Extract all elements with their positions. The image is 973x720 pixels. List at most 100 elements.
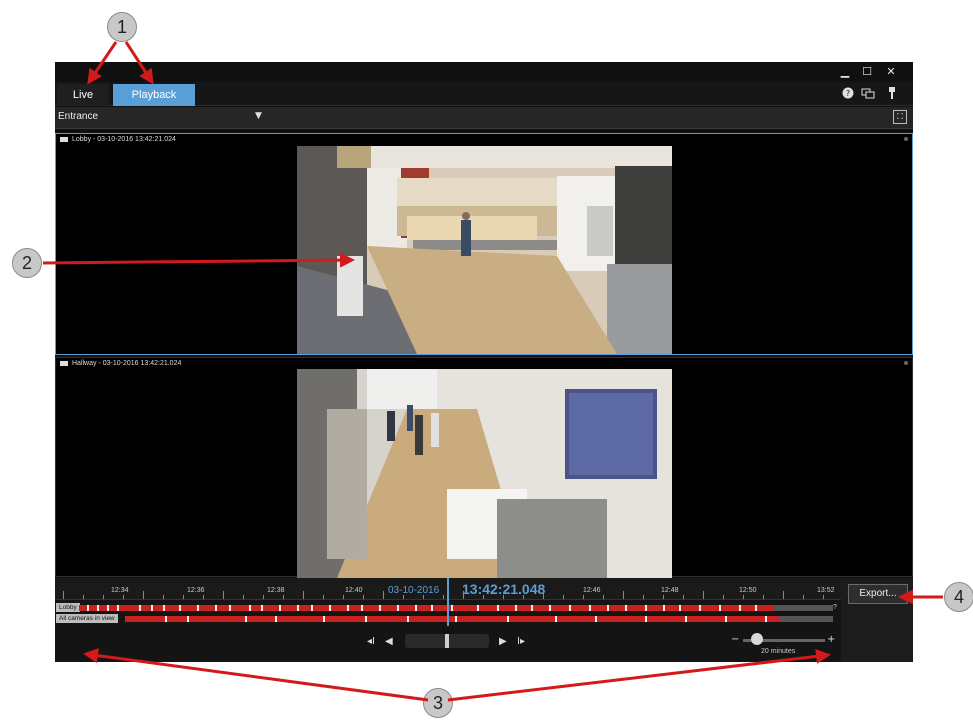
ruler-tick	[123, 595, 124, 599]
recording-gap	[151, 605, 153, 611]
ruler-tick	[623, 591, 624, 599]
export-button[interactable]: Export...	[848, 584, 908, 604]
ruler-tick	[263, 595, 264, 599]
chevron-down-icon[interactable]: ▼	[255, 111, 262, 121]
recording-gap	[245, 616, 247, 622]
tick-label: 12:46	[583, 587, 601, 594]
help-icon[interactable]: ?	[841, 87, 855, 101]
play-forward-button[interactable]: ▶	[499, 636, 507, 647]
recording-gap	[719, 605, 721, 611]
recording-gap	[107, 605, 109, 611]
track-help-mark[interactable]: ?	[833, 604, 837, 611]
recording-gap	[679, 605, 681, 611]
recording-gap	[275, 616, 277, 622]
ruler-tick	[743, 595, 744, 599]
tick-label: 12:38	[267, 587, 285, 594]
playback-timeline[interactable]: 12:34 12:36 12:38 12:40 12:46 12:48 12:5…	[55, 578, 844, 662]
recording-gap	[139, 605, 141, 611]
tick-label: 12:34	[111, 587, 129, 594]
recording-gap	[725, 616, 727, 622]
recording-gap	[645, 605, 647, 611]
recording-gap	[497, 605, 499, 611]
ruler-tick	[203, 595, 204, 599]
ruler-tick	[283, 595, 284, 599]
smart-client-window: ▁ ☐ ✕ Live Playback ? Entrance ▼ ⛶ Lobby…	[55, 62, 913, 662]
recording-gap	[739, 605, 741, 611]
recording-gap	[323, 616, 325, 622]
svg-text:?: ?	[846, 89, 850, 98]
pin-icon[interactable]	[885, 87, 899, 101]
tab-live[interactable]: Live	[57, 84, 109, 106]
zoom-in-button[interactable]: +	[827, 634, 835, 645]
recording-gap	[549, 605, 551, 611]
ruler-tick	[603, 595, 604, 599]
playhead[interactable]	[447, 578, 449, 626]
tab-playback[interactable]: Playback	[113, 84, 195, 106]
recording-gap	[755, 605, 757, 611]
recording-gap	[261, 605, 263, 611]
close-button[interactable]: ✕	[881, 64, 901, 79]
camera-video-hallway[interactable]	[297, 369, 672, 578]
minimize-button[interactable]: ▁	[835, 64, 855, 79]
camera-icon	[60, 136, 68, 142]
view-bar: Entrance ▼ ⛶	[55, 107, 913, 129]
ruler-tick	[63, 591, 64, 599]
ruler-tick	[783, 591, 784, 599]
tick-label: 12:48	[661, 587, 679, 594]
fullscreen-icon[interactable]: ⛶	[893, 110, 907, 124]
recording-gap	[477, 605, 479, 611]
camera-title-text: Lobby - 03-10-2016 13:42:21.024	[72, 136, 176, 143]
ruler-tick	[163, 595, 164, 599]
ruler-tick	[183, 595, 184, 599]
ruler-tick	[543, 591, 544, 599]
timespan-slider-thumb[interactable]	[751, 633, 763, 645]
recording-gap	[515, 605, 517, 611]
recording-gap	[187, 616, 189, 622]
ruler-tick	[423, 595, 424, 599]
recording-gap	[347, 605, 349, 611]
recording-gap	[311, 605, 313, 611]
recording-gap	[197, 605, 199, 611]
recording-gap	[663, 605, 665, 611]
callout-1: 1	[107, 12, 137, 42]
next-sequence-button[interactable]: I▸	[517, 636, 525, 647]
recording-gap	[165, 616, 167, 622]
ruler-tick	[303, 591, 304, 599]
ruler-tick	[723, 595, 724, 599]
recording-track-all[interactable]	[125, 616, 779, 622]
maximize-button[interactable]: ☐	[857, 64, 877, 79]
recording-gap	[97, 605, 99, 611]
recording-gap	[595, 616, 597, 622]
previous-sequence-button[interactable]: ◂I	[367, 636, 375, 647]
status-dot-icon	[904, 137, 908, 141]
ruler-tick	[143, 591, 144, 599]
playback-speed-slider[interactable]	[405, 634, 489, 648]
callout-2: 2	[12, 248, 42, 278]
recording-track-lobby[interactable]	[79, 605, 773, 611]
recording-gap	[607, 605, 609, 611]
zoom-out-button[interactable]: −	[731, 634, 739, 645]
speed-slider-thumb[interactable]	[445, 634, 449, 648]
camera-pane-lobby[interactable]: Lobby - 03-10-2016 13:42:21.024	[55, 133, 913, 355]
tick-label: 12:50	[739, 587, 757, 594]
settings-icon[interactable]	[861, 87, 875, 101]
view-select[interactable]: Entrance	[58, 111, 98, 122]
camera-video-lobby[interactable]	[297, 146, 672, 354]
recording-gap	[297, 605, 299, 611]
track-label-lobby: Lobby	[56, 603, 80, 612]
recording-gap	[507, 616, 509, 622]
tick-label: 13:52	[817, 587, 835, 594]
recording-gap	[625, 605, 627, 611]
play-reverse-button[interactable]: ◀	[385, 636, 393, 647]
ruler-tick	[703, 591, 704, 599]
ruler-tick	[503, 595, 504, 599]
recording-gap	[765, 616, 767, 622]
camera-pane-hallway[interactable]: Hallway - 03-10-2016 13:42:21.024	[55, 357, 913, 578]
tick-label: 12:36	[187, 587, 205, 594]
recording-gap	[117, 605, 119, 611]
ruler-tick	[403, 595, 404, 599]
recording-gap	[569, 605, 571, 611]
recording-gap	[163, 605, 165, 611]
ruler-tick	[823, 595, 824, 599]
ruler-tick	[523, 595, 524, 599]
